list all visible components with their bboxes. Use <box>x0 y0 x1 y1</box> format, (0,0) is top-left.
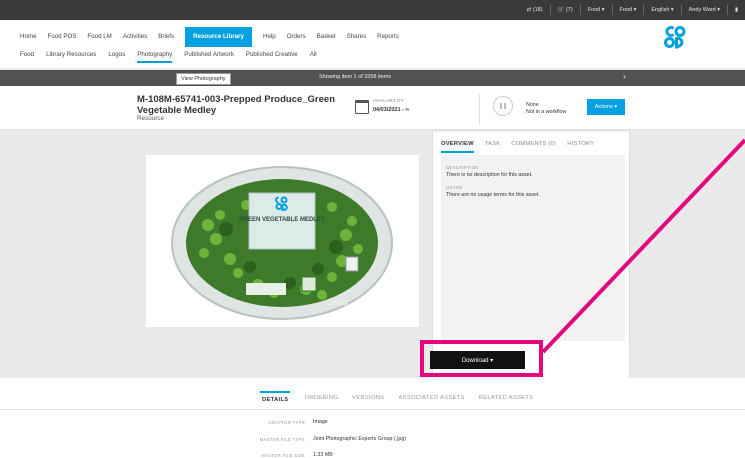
site-header: Home Food POS Food LM Activities Briefs … <box>0 20 745 68</box>
tab-details[interactable]: DETAILS <box>260 391 291 407</box>
overflow-item[interactable]: ▮ <box>726 5 745 15</box>
product-weight-label: 260g <box>328 297 348 307</box>
tab-history[interactable]: HISTORY <box>567 141 594 153</box>
view-photography-tooltip: View Photography <box>176 73 231 85</box>
basket-counter[interactable]: 🛒 (7) <box>549 5 580 15</box>
actions-button[interactable]: Actions ▾ <box>587 99 625 115</box>
asset-title: M-108M-65741-003-Prepped Produce_Green V… <box>137 94 335 116</box>
tab-overview[interactable]: OVERVIEW <box>441 141 474 153</box>
product-name-label: GREEN VEGETABLE MEDLEY <box>239 217 325 223</box>
usage-text: There are no usage terms for this asset. <box>446 192 540 198</box>
nav-shares[interactable]: Shares <box>347 27 367 47</box>
subnav-published-creative[interactable]: Published Creative <box>246 51 298 63</box>
subnav-photography[interactable]: Photography <box>137 51 173 63</box>
results-bar: View Photography Showing item 1 of 3358 … <box>0 70 745 86</box>
description-text: There is no description for this asset. <box>446 172 533 178</box>
tab-versions[interactable]: VERSIONS <box>352 391 384 407</box>
workflow-status: None <box>526 102 539 108</box>
tab-comments[interactable]: COMMENTS (0) <box>511 141 556 153</box>
subnav-food[interactable]: Food <box>20 51 34 63</box>
tab-ordering[interactable]: ORDERING <box>304 391 338 407</box>
nav-orders[interactable]: Orders <box>287 27 306 47</box>
primary-nav: Home Food POS Food LM Activities Briefs … <box>20 27 410 47</box>
asset-type: Resource <box>137 115 164 122</box>
nav-food-pos[interactable]: Food POS <box>48 27 77 47</box>
master-file-type-label: MASTER FILE TYPE <box>259 437 305 442</box>
tab-task[interactable]: TASK <box>485 141 501 153</box>
adaptor-type-value: Image <box>313 419 328 425</box>
workflow-pause-icon <box>493 96 513 116</box>
subnav-logos[interactable]: Logos <box>108 51 125 63</box>
language-dropdown[interactable]: English ▾ <box>643 5 680 15</box>
top-utility-bar: ⇄ (18) 🛒 (7) Food ▾ Food ▾ English ▾ And… <box>0 0 745 20</box>
nav-activities[interactable]: Activities <box>123 27 147 47</box>
nav-help[interactable]: Help <box>263 27 276 47</box>
tab-related-assets[interactable]: RELATED ASSETS <box>479 391 534 407</box>
availability-value: 04/03/2021 - ∞ <box>373 107 410 113</box>
usage-label: USAGE <box>446 185 463 190</box>
coop-logo <box>664 26 686 49</box>
results-count: Showing item 1 of 3358 items <box>319 74 392 80</box>
adaptor-type-label: ADAPTOR TYPE <box>268 420 305 425</box>
details-section <box>0 378 745 458</box>
calendar-icon <box>355 100 369 114</box>
subnav-published-artwork[interactable]: Published Artwork <box>184 51 234 63</box>
next-item-arrow-icon[interactable]: › <box>623 72 626 81</box>
tab-associated-assets[interactable]: ASSOCIATED ASSETS <box>398 391 464 407</box>
header-divider <box>479 94 480 124</box>
nav-basket[interactable]: Basket <box>317 27 336 47</box>
details-divider <box>0 409 745 410</box>
product-photo-graphic: GREEN VEGETABLE MEDLEY 260g <box>171 166 393 320</box>
shares-counter[interactable]: ⇄ (18) <box>520 5 550 15</box>
subnav-all[interactable]: All <box>310 51 317 63</box>
nav-food-lm[interactable]: Food LM <box>87 27 111 47</box>
product-image[interactable]: GREEN VEGETABLE MEDLEY 260g <box>146 155 419 327</box>
side-panel-tabs: OVERVIEW TASK COMMENTS (0) HISTORY <box>441 141 605 153</box>
details-tabs: DETAILS ORDERING VERSIONS ASSOCIATED ASS… <box>260 391 547 407</box>
nav-home[interactable]: Home <box>20 27 37 47</box>
utility-menu: ⇄ (18) 🛒 (7) Food ▾ Food ▾ English ▾ And… <box>520 0 745 20</box>
master-file-type-value: Joint Photographic Experts Group (.jpg) <box>313 436 407 442</box>
nav-briefs[interactable]: Briefs <box>158 27 174 47</box>
nav-resource-library[interactable]: Resource Library <box>185 27 252 47</box>
master-file-size-value: 1.33 MB <box>313 452 333 458</box>
download-highlight-box <box>420 340 543 377</box>
subnav-library-resources[interactable]: Library Resources <box>46 51 96 63</box>
overview-content: DESCRIPTION There is no description for … <box>441 155 625 341</box>
business-dropdown[interactable]: Food ▾ <box>579 5 612 15</box>
availability-label: AVAILABILITY : <box>373 98 408 103</box>
category-dropdown[interactable]: Food ▾ <box>611 5 644 15</box>
description-label: DESCRIPTION <box>446 165 479 170</box>
nav-reports[interactable]: Reports <box>377 27 399 47</box>
secondary-nav: Food Library Resources Logos Photography… <box>20 51 329 63</box>
workflow-detail: Not in a workflow <box>526 109 567 115</box>
user-menu[interactable]: Andy Ward ▾ <box>680 5 727 15</box>
master-file-size-label: MASTER FILE SIZE <box>261 453 305 458</box>
